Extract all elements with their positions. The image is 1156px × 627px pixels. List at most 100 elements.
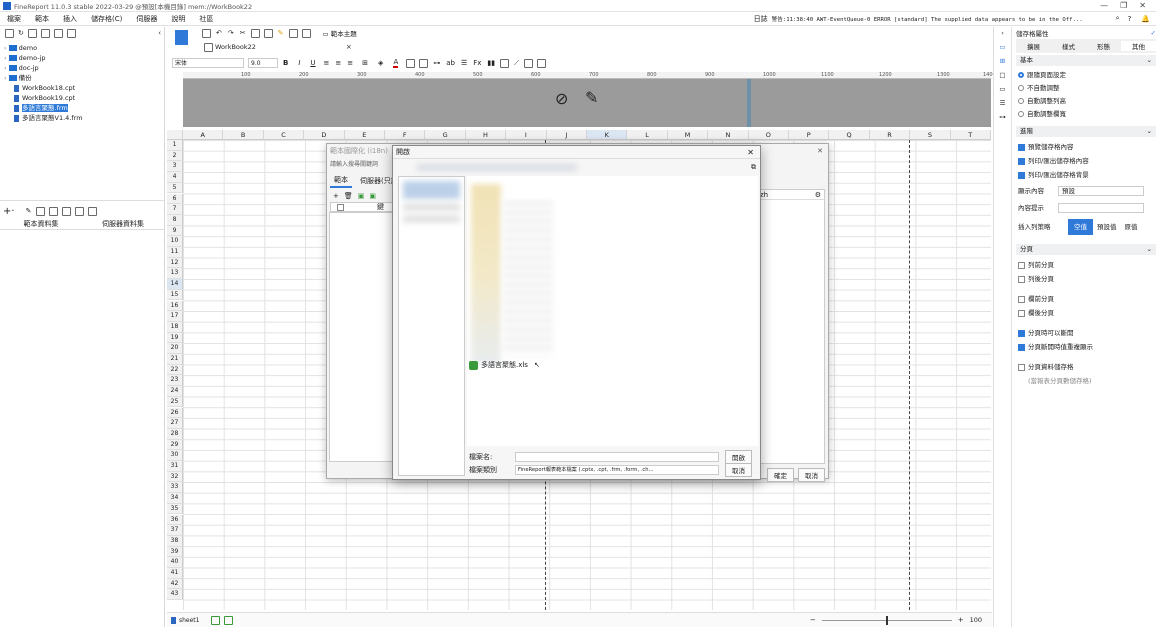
file-list[interactable]: 多語言聚態.xls ↖ bbox=[467, 176, 758, 446]
row-header[interactable]: 40 bbox=[167, 557, 183, 568]
row-header[interactable]: 11 bbox=[167, 247, 183, 258]
tree-item[interactable]: WorkBook19.cpt bbox=[4, 93, 164, 103]
locate-icon[interactable] bbox=[40, 28, 50, 38]
formula-icon[interactable]: Fx bbox=[473, 59, 481, 67]
row-header[interactable]: 14 bbox=[167, 279, 183, 290]
row-header[interactable]: 26 bbox=[167, 407, 183, 419]
radio-adjust-height[interactable]: 自動調整列高 bbox=[1018, 95, 1154, 108]
tab-template-dataset[interactable]: 範本資料集 bbox=[0, 219, 82, 229]
row-header[interactable]: 39 bbox=[167, 546, 183, 558]
select-all-checkbox[interactable] bbox=[337, 203, 344, 211]
menu-file[interactable]: 檔案 bbox=[0, 12, 28, 26]
italic-icon[interactable]: I bbox=[298, 59, 300, 67]
i18n-table[interactable] bbox=[329, 212, 393, 462]
export-icon[interactable]: ▣ bbox=[369, 192, 376, 200]
ok-button[interactable]: 確定 bbox=[767, 468, 794, 482]
row-header[interactable]: 29 bbox=[167, 439, 183, 451]
tree-item-selected[interactable]: 多語言聚態.frm bbox=[4, 103, 164, 113]
redo-icon[interactable]: ↷ bbox=[228, 29, 234, 37]
zoom-slider[interactable] bbox=[821, 615, 952, 625]
row-header[interactable]: 3 bbox=[167, 161, 183, 173]
row-header[interactable]: 9 bbox=[167, 225, 183, 237]
row-header[interactable]: 6 bbox=[167, 193, 183, 205]
row-header[interactable]: 18 bbox=[167, 321, 183, 333]
paste-icon[interactable] bbox=[263, 28, 273, 38]
row-header[interactable]: 30 bbox=[167, 450, 183, 461]
menu-help[interactable]: 說明 bbox=[164, 12, 192, 26]
checkbox-print-content[interactable]: 列印/匯出儲存格內容 bbox=[1018, 154, 1154, 168]
row-header[interactable]: 35 bbox=[167, 503, 183, 515]
sheet-tab[interactable]: sheet1 bbox=[179, 617, 199, 624]
column-header[interactable]: Q bbox=[829, 130, 870, 140]
row-header[interactable]: 12 bbox=[167, 257, 183, 269]
row-header[interactable]: 5 bbox=[167, 182, 183, 194]
column-header[interactable]: R bbox=[869, 130, 911, 140]
checkbox-col-before[interactable]: 欄前分頁 bbox=[1018, 292, 1154, 306]
row-header[interactable]: 23 bbox=[167, 375, 183, 387]
row-header[interactable]: 37 bbox=[167, 525, 183, 536]
radio-follow-page[interactable]: 跟隨頁面設定 bbox=[1018, 69, 1154, 82]
row-header[interactable]: 4 bbox=[167, 172, 183, 183]
add-icon[interactable]: + bbox=[333, 192, 339, 200]
column-header[interactable]: P bbox=[789, 130, 830, 140]
tree-item[interactable]: › demo-jp bbox=[4, 53, 164, 63]
row-header[interactable]: 32 bbox=[167, 471, 183, 483]
i18n-lang-column[interactable]: zh ⚙ bbox=[757, 189, 825, 464]
filename-input[interactable] bbox=[515, 452, 719, 462]
tree-item[interactable]: › 備份 bbox=[4, 73, 164, 83]
minimize-icon[interactable]: — bbox=[1100, 1, 1108, 10]
tab-server-dataset[interactable]: 伺服器資料集 bbox=[82, 219, 164, 229]
checkbox-row-before[interactable]: 列前分頁 bbox=[1018, 258, 1154, 272]
paste-icon[interactable] bbox=[88, 206, 98, 216]
column-header[interactable]: F bbox=[385, 130, 426, 140]
frame-icon[interactable] bbox=[537, 58, 547, 68]
chart-icon[interactable]: ▮▮ bbox=[487, 59, 495, 67]
link-icon[interactable]: ⊶ bbox=[994, 113, 1011, 121]
checkbox-col-after[interactable]: 欄後分頁 bbox=[1018, 306, 1154, 320]
undo-icon[interactable]: ↶ bbox=[216, 29, 222, 37]
row-header[interactable]: 20 bbox=[167, 343, 183, 354]
cancel-button[interactable]: 取消 bbox=[725, 463, 752, 477]
widget-icon[interactable]: ⊞ bbox=[994, 57, 1011, 65]
column-header[interactable]: O bbox=[748, 130, 789, 140]
preview-icon[interactable] bbox=[288, 28, 298, 38]
checkbox-print-background[interactable]: 列印/匯出儲存格背景 bbox=[1018, 168, 1154, 182]
element-icon[interactable]: □ bbox=[994, 71, 1011, 79]
collapse-icon[interactable] bbox=[66, 28, 76, 38]
row-header[interactable]: 15 bbox=[167, 289, 183, 301]
preview-icon[interactable] bbox=[49, 206, 59, 216]
tree-item[interactable]: › doc-jp bbox=[4, 63, 164, 73]
new-folder-icon[interactable] bbox=[5, 28, 14, 38]
unmerge-icon[interactable] bbox=[419, 58, 429, 68]
align-center-icon[interactable]: ≡ bbox=[335, 59, 341, 67]
editor-tab[interactable]: WorkBook22 bbox=[215, 43, 256, 51]
image-icon[interactable] bbox=[500, 58, 510, 68]
parameter-pane[interactable]: ⊘ ✎ bbox=[183, 79, 991, 127]
tree-item[interactable]: › demo bbox=[4, 43, 164, 53]
filetype-select[interactable]: FineReport報表範本檔案 (.cptx, .cpt, .frm, .fo… bbox=[515, 465, 719, 475]
restore-icon[interactable]: ❐ bbox=[1120, 1, 1127, 10]
menu-cell[interactable]: 儲存格(C) bbox=[84, 12, 129, 26]
new-folder-icon[interactable]: ⧉ bbox=[751, 163, 756, 172]
row-header[interactable]: 21 bbox=[167, 354, 183, 365]
merge-icon[interactable] bbox=[406, 58, 416, 68]
theme-button[interactable]: ▭ 範本主題 bbox=[323, 28, 357, 38]
row-header[interactable]: 25 bbox=[167, 396, 183, 408]
font-select[interactable]: 宋体 bbox=[172, 58, 244, 68]
row-header[interactable]: 1 bbox=[167, 140, 183, 151]
row-header[interactable]: 2 bbox=[167, 150, 183, 162]
row-header[interactable]: 28 bbox=[167, 428, 183, 440]
condition-icon[interactable]: ▭ bbox=[994, 85, 1011, 93]
tooltip-input[interactable] bbox=[1058, 203, 1144, 213]
menu-server[interactable]: 伺服器 bbox=[129, 12, 164, 26]
insert-option-original[interactable]: 原值 bbox=[1121, 219, 1142, 235]
checkbox-can-break[interactable]: 分頁時可以斷開 bbox=[1018, 326, 1154, 340]
column-header[interactable]: S bbox=[910, 130, 951, 140]
open-icon[interactable] bbox=[27, 28, 37, 38]
column-header[interactable]: L bbox=[627, 130, 668, 140]
column-header[interactable]: B bbox=[223, 130, 264, 140]
tab-style[interactable]: 樣式 bbox=[1051, 41, 1086, 51]
row-header[interactable]: 19 bbox=[167, 332, 183, 344]
menu-community[interactable]: 社區 bbox=[192, 12, 220, 26]
row-header[interactable]: 43 bbox=[167, 589, 183, 601]
